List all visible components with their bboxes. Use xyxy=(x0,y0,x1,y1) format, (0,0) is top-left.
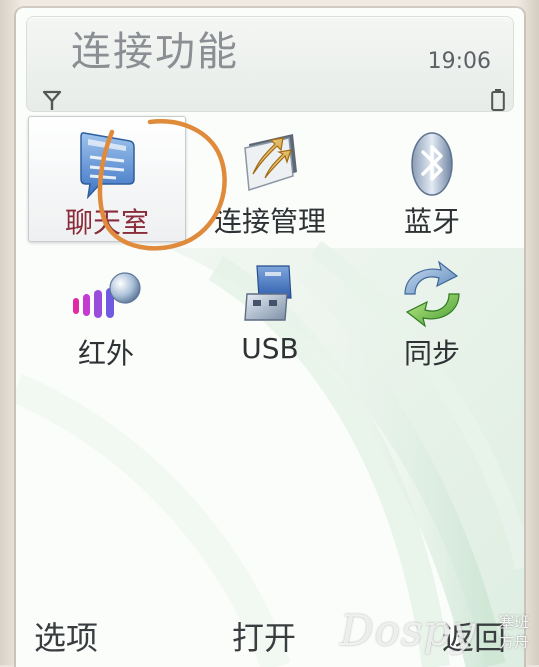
grid-item-label: 蓝牙 xyxy=(403,205,460,238)
watermark-logo: Dospy xyxy=(340,606,477,655)
infrared-icon xyxy=(73,272,141,318)
usb-icon xyxy=(244,265,292,321)
grid-item-infrared[interactable]: 红外 xyxy=(28,248,184,372)
phone-screen: 连接功能 19:06 聊天室 连接管理 蓝牙 红外 USB 同步 选项 打开 返… xyxy=(14,6,526,667)
grid-item-sync[interactable]: 同步 xyxy=(354,248,510,372)
watermark-subtext: 塞班 方舟 xyxy=(498,613,529,651)
grid-item-chat-room[interactable]: 聊天室 xyxy=(28,116,186,242)
open-softkey[interactable]: 打开 xyxy=(232,613,296,659)
chat-bubble-icon xyxy=(80,132,135,199)
sync-icon xyxy=(404,260,460,328)
grid-item-usb[interactable]: USB xyxy=(192,248,348,372)
page-title: 连接功能 xyxy=(71,29,239,75)
phone-frame: 连接功能 19:06 聊天室 连接管理 蓝牙 红外 USB 同步 选项 打开 返… xyxy=(0,0,539,667)
options-softkey[interactable]: 选项 xyxy=(34,613,98,659)
grid-item-label: 同步 xyxy=(403,337,460,370)
grid-item-label: 连接管理 xyxy=(213,205,326,238)
clock: 19:06 xyxy=(427,49,491,74)
grid-item-bluetooth[interactable]: 蓝牙 xyxy=(354,116,510,240)
signal-antenna-icon xyxy=(42,90,62,110)
grid-item-label: 红外 xyxy=(77,337,134,370)
bluetooth-icon xyxy=(411,132,453,196)
grid-item-connection-manager[interactable]: 连接管理 xyxy=(192,116,348,240)
grid-item-label: USB xyxy=(241,332,299,365)
grid-item-label: 聊天室 xyxy=(64,206,149,239)
title-bar: 连接功能 19:06 xyxy=(26,16,514,112)
connection-manager-icon xyxy=(244,134,297,191)
battery-icon xyxy=(491,89,505,111)
